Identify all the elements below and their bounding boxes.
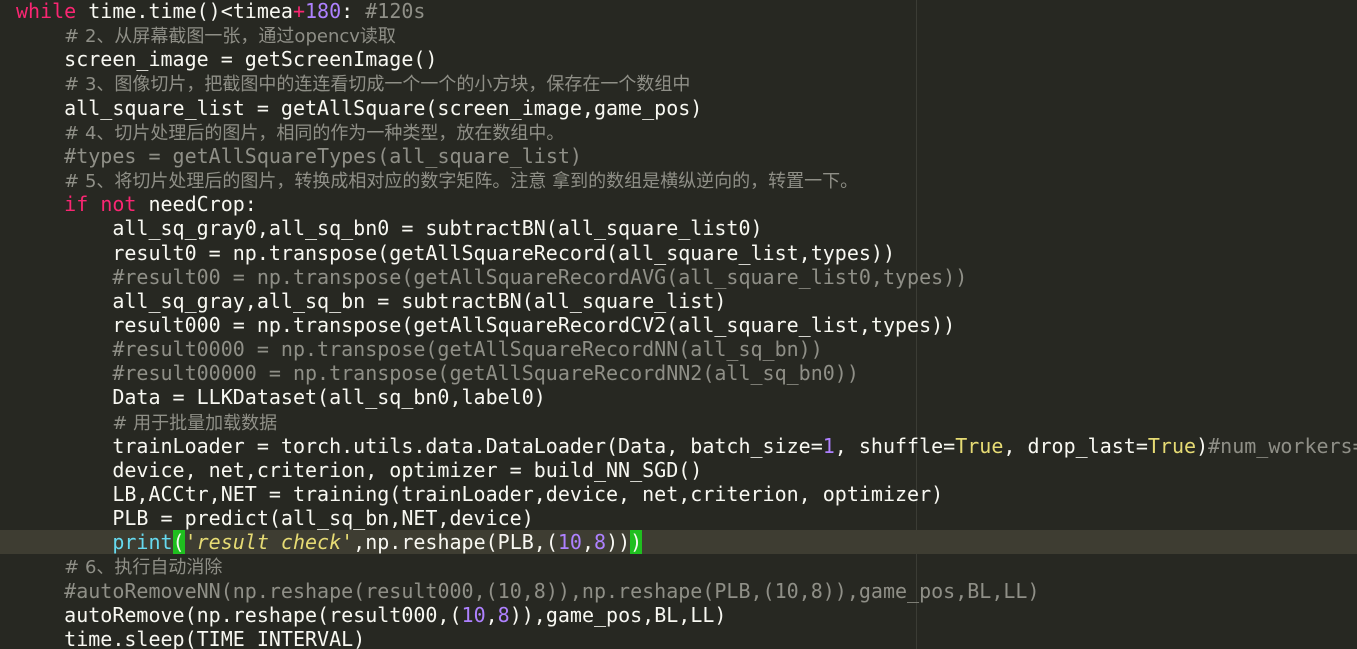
code-token: 10 xyxy=(557,530,582,555)
code-token: 1 xyxy=(822,433,835,458)
code-token: #120s xyxy=(365,0,426,23)
code-line[interactable]: # 3、图像切片，把截图中的连连看切成一个一个的小方块，保存在一个数组中 xyxy=(16,71,690,95)
code-line[interactable]: trainLoader = torch.utils.data.DataLoade… xyxy=(16,434,1357,458)
code-token: result0 = np.transpose(getAllSquareRecor… xyxy=(16,240,895,265)
code-token: ) xyxy=(630,530,643,555)
code-token: all_sq_gray0,all_sq_bn0 = subtractBN(all… xyxy=(16,216,763,241)
code-token: autoRemove(np.reshape(result000,( xyxy=(16,602,462,627)
code-line[interactable]: # 用于批量加载数据 xyxy=(16,410,277,434)
code-token: #num_workers= xyxy=(1208,433,1357,458)
code-token: Data = LLKDataset(all_sq_bn0,label0) xyxy=(16,385,546,410)
code-token: LB,ACCtr,NET = training(trainLoader,devi… xyxy=(16,482,944,506)
code-token: all_square_list = getAllSquare(screen_im… xyxy=(16,95,703,120)
code-token: + xyxy=(292,0,306,23)
code-line[interactable]: all_square_list = getAllSquare(screen_im… xyxy=(16,96,702,120)
code-token: # 5、将切片处理后的图片，转换成相对应的数字矩阵。注意 拿到的数组是横纵逆向的… xyxy=(64,171,859,193)
code-line[interactable]: result0 = np.transpose(getAllSquareRecor… xyxy=(16,241,895,265)
code-token: #autoRemoveNN(np.reshape(result000,(10,8… xyxy=(64,578,1040,603)
code-line[interactable]: time.sleep(TIME_INTERVAL) xyxy=(16,627,365,649)
code-line[interactable]: while time.time()<timea+180: #120s xyxy=(16,0,425,23)
code-token: #result00 = np.transpose(getAllSquareRec… xyxy=(112,264,968,289)
code-token: time.time()<timea xyxy=(76,0,293,23)
code-token: # 6、执行自动消除 xyxy=(64,557,223,579)
code-line[interactable]: if not needCrop: xyxy=(16,192,257,216)
code-line[interactable]: print('result check',np.reshape(PLB,(10,… xyxy=(0,530,1357,555)
code-line[interactable]: #types = getAllSquareTypes(all_square_li… xyxy=(16,144,582,168)
code-line[interactable]: #result00 = np.transpose(getAllSquareRec… xyxy=(16,265,967,289)
code-token: True xyxy=(1147,433,1197,458)
code-token: screen_image = getScreenImage() xyxy=(16,47,438,72)
code-line[interactable]: autoRemove(np.reshape(result000,(10,8)),… xyxy=(16,603,726,627)
code-token: , drop_last= xyxy=(1003,433,1148,458)
code-line[interactable]: #result00000 = np.transpose(getAllSquare… xyxy=(16,361,859,385)
code-token: 8 xyxy=(594,530,607,555)
code-line[interactable]: # 4、切片处理后的图片，相同的作为一种类型，放在数组中。 xyxy=(16,120,564,144)
code-line[interactable]: device, net,criterion, optimizer = build… xyxy=(16,458,702,482)
code-token: # 3、图像切片，把截图中的连连看切成一个一个的小方块，保存在一个数组中 xyxy=(64,74,691,96)
code-editor[interactable]: while time.time()<timea+180: #120s # 2、从… xyxy=(0,0,1357,649)
code-token: , xyxy=(581,530,595,555)
code-line[interactable]: #autoRemoveNN(np.reshape(result000,(10,8… xyxy=(16,578,1040,603)
code-token: )),game_pos,BL,LL) xyxy=(509,602,727,627)
code-token: ,np.reshape(PLB,( xyxy=(353,530,558,555)
code-token: needCrop: xyxy=(136,192,257,217)
code-token: 10 xyxy=(461,602,486,627)
code-line[interactable]: #result0000 = np.transpose(getAllSquareR… xyxy=(16,337,823,362)
code-token: )) xyxy=(606,530,631,555)
code-token: #result0000 = np.transpose(getAllSquareR… xyxy=(112,337,823,362)
code-token: True xyxy=(955,433,1004,458)
code-token: PLB = predict(all_sq_bn,NET,device) xyxy=(16,506,534,531)
code-line[interactable]: # 5、将切片处理后的图片，转换成相对应的数字矩阵。注意 拿到的数组是横纵逆向的… xyxy=(16,168,858,192)
code-token: print xyxy=(112,530,173,555)
code-token: 'result check' xyxy=(184,530,354,555)
code-token: time.sleep(TIME_INTERVAL) xyxy=(16,626,366,649)
code-line[interactable]: PLB = predict(all_sq_bn,NET,device) xyxy=(16,506,534,531)
code-token: ( xyxy=(172,530,185,555)
code-token: #result00000 = np.transpose(getAllSquare… xyxy=(112,361,859,386)
code-token: #types = getAllSquareTypes(all_square_li… xyxy=(64,143,582,168)
code-token: , xyxy=(485,602,498,627)
code-token: while xyxy=(16,0,77,23)
code-token: if xyxy=(64,192,89,217)
code-token: # 2、从屏幕截图一张，通过opencv读取 xyxy=(64,26,396,48)
code-token: # 用于批量加载数据 xyxy=(112,412,278,434)
code-line[interactable]: # 6、执行自动消除 xyxy=(16,554,222,578)
code-line[interactable]: result000 = np.transpose(getAllSquareRec… xyxy=(16,313,955,337)
code-token: # 4、切片处理后的图片，相同的作为一种类型，放在数组中。 xyxy=(64,122,565,144)
code-token: 180 xyxy=(305,0,342,23)
code-token: trainLoader = torch.utils.data.DataLoade… xyxy=(16,433,823,458)
code-token: ) xyxy=(1196,433,1209,458)
code-token: not xyxy=(100,192,137,217)
code-token: all_sq_gray,all_sq_bn = subtractBN(all_s… xyxy=(16,288,727,313)
code-line[interactable]: all_sq_gray0,all_sq_bn0 = subtractBN(all… xyxy=(16,216,763,241)
code-line[interactable]: # 2、从屏幕截图一张，通过opencv读取 xyxy=(16,23,396,47)
code-token: : xyxy=(341,0,366,23)
code-line[interactable]: LB,ACCtr,NET = training(trainLoader,devi… xyxy=(16,482,943,506)
code-line[interactable]: Data = LLKDataset(all_sq_bn0,label0) xyxy=(16,385,546,410)
code-token: device, net,criterion, optimizer = build… xyxy=(16,457,703,482)
code-token: result000 = np.transpose(getAllSquareRec… xyxy=(16,312,956,337)
code-line[interactable]: all_sq_gray,all_sq_bn = subtractBN(all_s… xyxy=(16,289,726,313)
code-line[interactable]: screen_image = getScreenImage() xyxy=(16,47,437,71)
code-token: , shuffle= xyxy=(834,433,956,458)
code-token: 8 xyxy=(497,602,510,627)
